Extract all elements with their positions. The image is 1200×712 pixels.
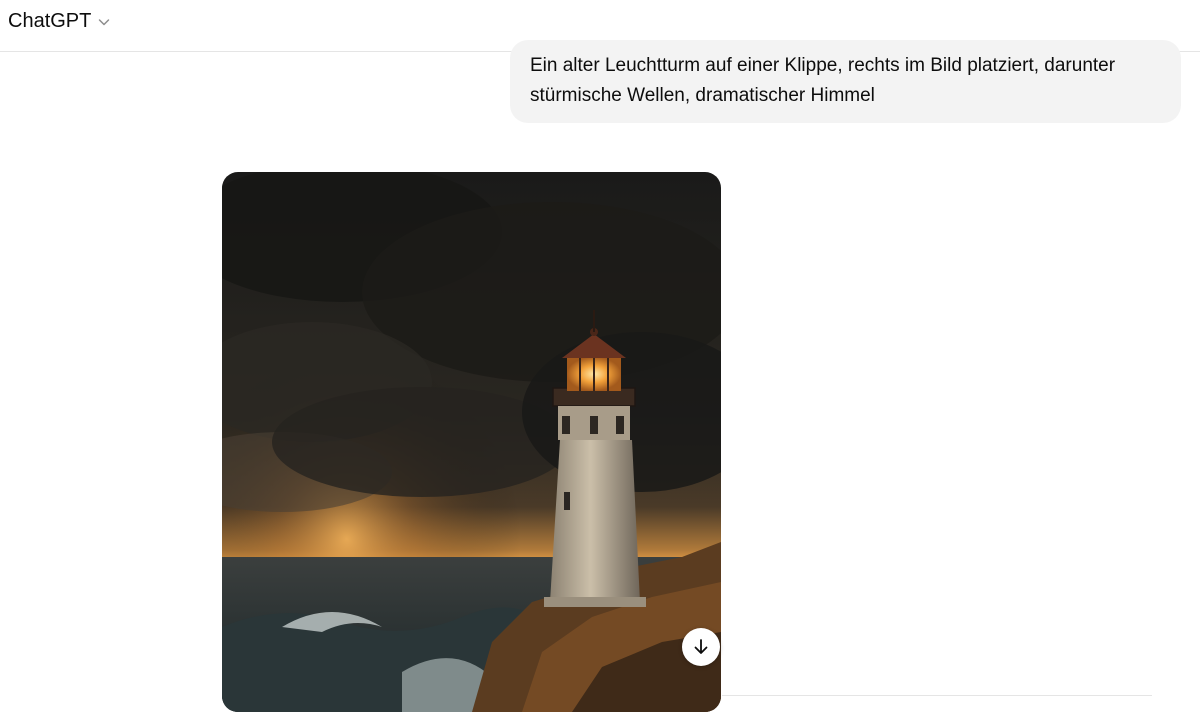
model-name: ChatGPT <box>8 10 92 32</box>
chevron-down-icon <box>99 19 110 26</box>
user-message-text: Ein alter Leuchtturm auf einer Klippe, r… <box>530 55 1116 106</box>
arrow-down-icon <box>694 639 708 654</box>
composer-divider <box>722 695 1152 696</box>
user-message-bubble: Ein alter Leuchtturm auf einer Klippe, r… <box>510 40 1181 123</box>
generated-image[interactable] <box>222 172 721 712</box>
model-switcher-button[interactable]: ChatGPT <box>8 7 111 35</box>
lighthouse-image <box>222 172 721 712</box>
download-button[interactable] <box>682 628 720 666</box>
